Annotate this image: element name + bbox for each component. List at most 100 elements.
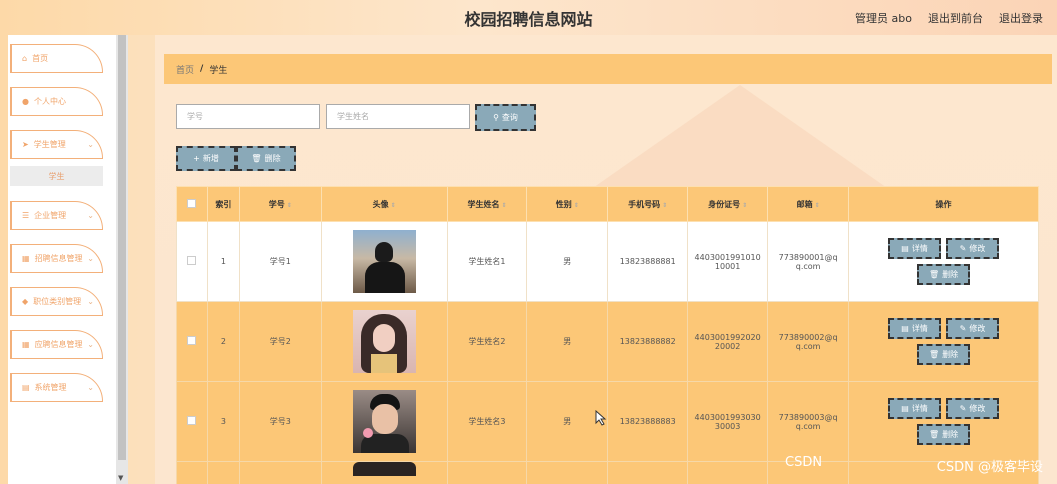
scroll-thumb[interactable]	[118, 35, 126, 460]
email-line2: q.com	[795, 261, 821, 271]
detail-button[interactable]: ▤ 详情	[888, 318, 942, 339]
user-icon: ●	[22, 97, 29, 106]
top-links: 管理员 abo 退出到前台 退出登录	[855, 10, 1043, 26]
sidebar-item-applications[interactable]: ▦ 应聘信息管理 ⌄	[10, 330, 103, 359]
home-icon: ⌂	[22, 54, 28, 63]
sidebar-item-label: 职位类别管理	[33, 297, 82, 306]
avatar	[352, 390, 416, 453]
cell-gender: 男	[526, 221, 609, 302]
header-student-name[interactable]: 学生姓名 ⇕	[446, 186, 528, 222]
query-label: 查询	[501, 113, 518, 122]
email-line1: 773890003@q	[778, 412, 838, 422]
delete-label: 删除	[942, 350, 959, 359]
cell-email: 773890001@q q.com	[767, 221, 850, 302]
table-header-row: 索引 学号 ⇕ 头像 ⇕ 学生姓名 ⇕ 性别 ⇕ 手机号码 ⇕ 身份证号 ⇕ 邮箱 ⇕ 操作	[176, 186, 1039, 222]
email-line1: 773890002@q	[778, 332, 838, 342]
table-row	[176, 461, 1039, 484]
sidebar-gutter	[0, 35, 8, 484]
select-all-checkbox[interactable]	[187, 198, 197, 208]
cell-student-id: 学号2	[238, 301, 322, 382]
sidebar-item-system[interactable]: ▤ 系统管理 ⌄	[10, 373, 103, 402]
header-phone[interactable]: 手机号码 ⇕	[607, 186, 689, 222]
sort-icon: ⇕	[814, 201, 820, 209]
sidebar-item-job-info[interactable]: ▦ 招聘信息管理 ⌄	[10, 244, 103, 273]
breadcrumb-home[interactable]: 首页	[176, 63, 194, 76]
avatar	[352, 230, 416, 293]
cell-operations: ▤ 详情 ✎ 修改 🗑 删除	[848, 381, 1039, 462]
table-row: 2 学号2 学生姓名2 男 13823888882 4403001992020 2…	[176, 301, 1039, 382]
breadcrumb: 首页 / 学生	[164, 54, 1052, 84]
email-line2: q.com	[795, 421, 821, 431]
row-select-cell	[176, 301, 208, 382]
edit-button[interactable]: ✎ 修改	[946, 318, 1000, 339]
chevron-down-icon: ⌄	[87, 340, 94, 349]
header-id-card[interactable]: 身份证号 ⇕	[687, 186, 769, 222]
cell-email: 773890002@q q.com	[767, 301, 850, 382]
row-select-cell	[176, 381, 208, 462]
cell-phone: 13823888883	[607, 381, 689, 462]
cell-student-name: 学生姓名3	[446, 381, 528, 462]
scroll-down-icon[interactable]: ▼	[118, 474, 123, 482]
row-checkbox[interactable]	[187, 256, 197, 265]
edit-button[interactable]: ✎ 修改	[946, 398, 1000, 419]
sidebar-scrollbar[interactable]: ▼	[116, 35, 128, 484]
delete-label: 删除	[942, 270, 959, 279]
select-all-cell	[176, 186, 208, 222]
sidebar-subitem-student[interactable]: 学生	[10, 166, 103, 186]
header-gender[interactable]: 性别 ⇕	[526, 186, 609, 222]
detail-label: 详情	[911, 324, 928, 333]
add-button[interactable]: + 新增	[176, 146, 236, 171]
watermark-small: CSDN	[785, 455, 823, 470]
cell-id-card: 4403001992020 20002	[687, 301, 769, 382]
chevron-down-icon: ⌄	[87, 254, 94, 263]
header-operations: 操作	[848, 186, 1039, 222]
top-bar: 校园招聘信息网站 管理员 abo 退出到前台 退出登录	[0, 0, 1057, 35]
id-card-line2: 10001	[714, 261, 741, 271]
edit-label: 修改	[969, 324, 986, 333]
edit-label: 修改	[969, 244, 986, 253]
sidebar-item-profile[interactable]: ● 个人中心	[10, 87, 103, 116]
sidebar-item-job-category[interactable]: ◆ 职位类别管理 ⌄	[10, 287, 103, 316]
table-row: 1 学号1 学生姓名1 男 13823888881 4403001991010 1…	[176, 221, 1039, 302]
query-button[interactable]: ⚲ 查询	[475, 104, 536, 131]
row-checkbox[interactable]	[187, 336, 197, 345]
delete-label: 删除	[264, 154, 281, 163]
edit-button[interactable]: ✎ 修改	[946, 238, 1000, 259]
email-line1: 773890001@q	[778, 252, 838, 262]
sort-icon: ⇕	[662, 201, 668, 209]
detail-button[interactable]: ▤ 详情	[888, 398, 942, 419]
admin-user-link[interactable]: 管理员 abo	[855, 10, 912, 26]
document-icon: ▤	[901, 404, 909, 413]
row-checkbox[interactable]	[187, 416, 197, 425]
cell-email: 773890003@q q.com	[767, 381, 850, 462]
delete-button[interactable]: 🗑 删除	[917, 424, 971, 445]
chevron-down-icon: ⌄	[87, 297, 94, 306]
header-avatar[interactable]: 头像 ⇕	[320, 186, 448, 222]
pencil-icon: ✎	[959, 404, 967, 413]
logout-link[interactable]: 退出登录	[999, 10, 1043, 26]
sidebar-item-students[interactable]: ➤ 学生管理 ⌄	[10, 130, 103, 159]
delete-button[interactable]: 🗑 删除	[917, 264, 971, 285]
cell-index: 2	[206, 301, 240, 382]
sidebar-item-home[interactable]: ⌂ 首页	[10, 44, 103, 73]
detail-button[interactable]: ▤ 详情	[888, 238, 942, 259]
trash-icon: 🗑	[928, 270, 940, 279]
header-email[interactable]: 邮箱 ⇕	[767, 186, 850, 222]
cell-avatar	[320, 301, 448, 382]
student-id-input[interactable]: 学号	[176, 104, 320, 129]
student-name-input[interactable]: 学生姓名	[326, 104, 470, 129]
sidebar-item-label: 学生管理	[33, 140, 66, 149]
tag-icon: ◆	[22, 297, 29, 306]
header-student-id[interactable]: 学号 ⇕	[238, 186, 322, 222]
cell-operations: ▤ 详情 ✎ 修改 🗑 删除	[848, 221, 1039, 302]
plus-icon: +	[193, 154, 200, 163]
cell-avatar	[320, 381, 448, 462]
sort-icon: ⇕	[742, 201, 748, 209]
delete-button[interactable]: 🗑 删除	[917, 344, 971, 365]
cell-student-name: 学生姓名1	[446, 221, 528, 302]
cell-student-id: 学号1	[238, 221, 322, 302]
exit-to-frontend-link[interactable]: 退出到前台	[928, 10, 983, 26]
batch-delete-button[interactable]: 🗑 删除	[236, 146, 296, 171]
sidebar-item-companies[interactable]: ☰ 企业管理 ⌄	[10, 201, 103, 230]
chevron-down-icon: ⌄	[87, 140, 94, 149]
